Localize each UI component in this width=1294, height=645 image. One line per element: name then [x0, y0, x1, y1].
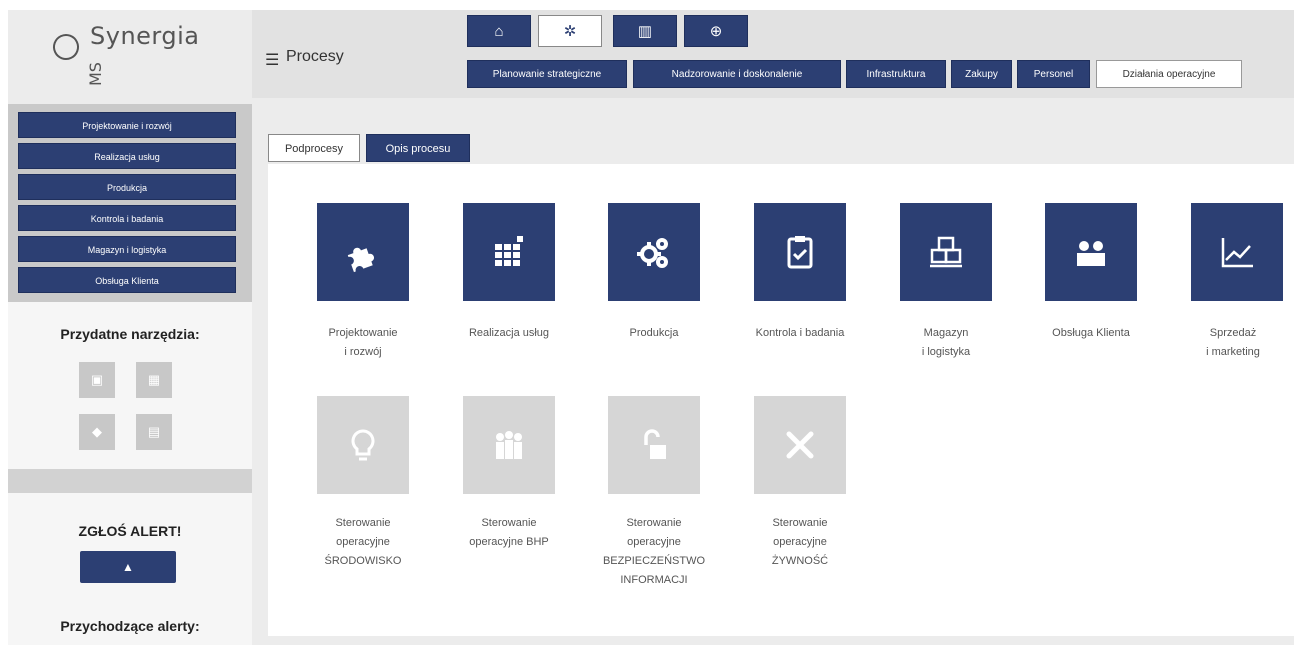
tile-kontrola[interactable]: [754, 203, 846, 301]
tile-magazyn[interactable]: [900, 203, 992, 301]
calendar-icon[interactable]: ▦: [136, 362, 172, 398]
sidebar-nav: Projektowanie i rozwój Realizacja usług …: [8, 104, 252, 302]
people-icon: [1077, 241, 1105, 266]
report-alert-button[interactable]: ▲: [80, 551, 176, 583]
tile-label-obsluga: Obsługa Klienta: [1052, 327, 1130, 339]
sidebar-item-produkcja[interactable]: Produkcja: [18, 174, 236, 200]
tile-bezpieczenstwo: [608, 396, 700, 494]
main-content: Podprocesy Opis procesu Projektowanie i r…: [252, 98, 1294, 645]
logo-sub: MS: [86, 62, 105, 86]
alert-section: ZGŁOŚ ALERT! ▲ Przychodzące alerty:: [8, 493, 252, 645]
home-icon[interactable]: ⌂: [467, 15, 531, 47]
tile-label-magazyn: Magazyn i logistyka: [921, 327, 971, 358]
tile-label-sprzedaz: Sprzedaż i marketing: [1206, 327, 1260, 358]
sidebar-divider: [8, 469, 252, 493]
sidebar: Synergia MS Projektowanie i rozwój Reali…: [8, 10, 252, 645]
boxes-icon: [930, 236, 962, 268]
tile-label-produkcja: Produkcja: [629, 327, 679, 339]
tab-dzialania-operacyjne[interactable]: Działania operacyjne: [1096, 60, 1242, 88]
tab-infrastruktura[interactable]: Infrastruktura: [846, 60, 946, 88]
incoming-alerts-title: Przychodzące alerty:: [60, 618, 200, 634]
gears-icon: [637, 238, 668, 268]
tab-zakupy[interactable]: Zakupy: [951, 60, 1012, 88]
tile-label-kontrola: Kontrola i badania: [755, 327, 845, 339]
clipboard-check-icon: [787, 236, 813, 269]
logo-name: Synergia: [90, 22, 200, 50]
tile-produkcja[interactable]: [608, 203, 700, 301]
top-bar: ☰ Procesy ⌂ ✲ ▥ ⊕ Planowanie strategiczn…: [252, 10, 1294, 98]
sidebar-item-kontrola[interactable]: Kontrola i badania: [18, 205, 236, 231]
globe-icon[interactable]: ⊕: [684, 15, 748, 47]
cutlery-icon: [786, 431, 814, 459]
hamburger-icon[interactable]: ☰: [265, 50, 279, 70]
sidebar-item-realizacja[interactable]: Realizacja usług: [18, 143, 236, 169]
sidebar-item-magazyn[interactable]: Magazyn i logistyka: [18, 236, 236, 262]
logo-mark-icon: [48, 29, 84, 65]
tile-srodowisko: [317, 396, 409, 494]
tile-label-srodowisko: Sterowanie operacyjne ŚRODOWISKO: [324, 517, 402, 567]
logo[interactable]: Synergia MS: [8, 10, 252, 98]
bell-icon: ▲: [122, 560, 134, 574]
subprocess-panel: Projektowanie i rozwój Realizacja usług P…: [268, 164, 1294, 636]
tile-sprzedaz[interactable]: [1191, 203, 1283, 301]
tile-obsluga-klienta[interactable]: [1045, 203, 1137, 301]
tile-projektowanie[interactable]: [317, 203, 409, 301]
alert-title: ZGŁOŚ ALERT!: [78, 523, 182, 539]
tile-zywnosc: [754, 396, 846, 494]
tab-planowanie[interactable]: Planowanie strategiczne: [467, 60, 627, 88]
tile-label-projektowanie: Projektowanie i rozwój: [328, 327, 398, 358]
chart-icon[interactable]: ▥: [613, 15, 677, 47]
puzzle-icon: [347, 247, 375, 273]
tools-title: Przydatne narzędzia:: [60, 326, 200, 342]
tab-podprocesy[interactable]: Podprocesy: [268, 134, 360, 162]
tile-bhp: [463, 396, 555, 494]
tab-opis-procesu[interactable]: Opis procesu: [366, 134, 470, 162]
sidebar-item-obsluga[interactable]: Obsługa Klienta: [18, 267, 236, 293]
tab-personel[interactable]: Personel: [1017, 60, 1090, 88]
unlock-icon: [644, 429, 666, 459]
tile-label-realizacja: Realizacja usług: [468, 327, 550, 339]
grid-icon: [495, 236, 523, 266]
tab-nadzorowanie[interactable]: Nadzorowanie i doskonalenie: [633, 60, 841, 88]
line-chart-icon: [1221, 238, 1253, 268]
tile-label-bezpieczenstwo: Sterowanie operacyjne BEZPIECZEŃSTWO INFORM…: [602, 517, 706, 586]
chat-icon[interactable]: ◆: [79, 414, 115, 450]
tile-label-zywnosc: Sterowanie operacyjne ŻYWNOŚĆ: [771, 517, 829, 567]
tile-label-bhp: Sterowanie operacyjne BHP: [469, 517, 549, 548]
page-title: Procesy: [286, 48, 344, 65]
tile-realizacja[interactable]: [463, 203, 555, 301]
sidebar-item-projektowanie[interactable]: Projektowanie i rozwój: [18, 112, 236, 138]
group-icon: [496, 431, 522, 459]
lightbulb-icon: [351, 429, 375, 461]
briefcase-icon[interactable]: ▣: [79, 362, 115, 398]
process-icon[interactable]: ✲: [538, 15, 602, 47]
document-icon[interactable]: ▤: [136, 414, 172, 450]
tools-section: Przydatne narzędzia: ▣ ▦ ◆ ▤: [8, 302, 252, 469]
